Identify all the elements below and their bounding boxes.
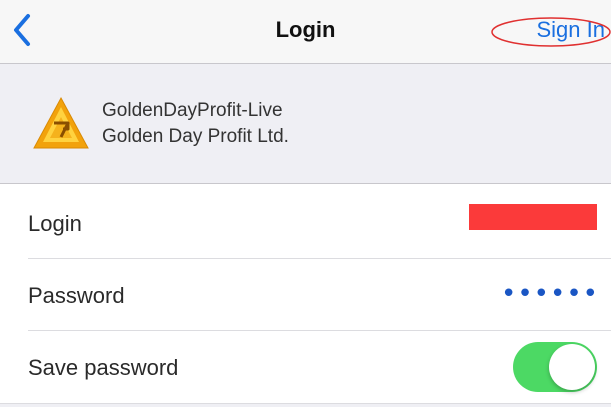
login-label: Login — [28, 211, 82, 236]
toggle-knob — [549, 344, 595, 390]
page-title: Login — [275, 17, 336, 42]
password-input[interactable]: •••••• — [501, 279, 599, 309]
save-password-label: Save password — [28, 355, 179, 380]
login-input-redacted[interactable] — [469, 204, 597, 230]
server-company: Golden Day Profit Ltd. — [102, 126, 289, 147]
save-password-row: Save password — [0, 331, 611, 403]
login-row[interactable]: Login — [0, 187, 611, 259]
server-name: GoldenDayProfit-Live — [102, 100, 283, 121]
save-password-toggle[interactable] — [513, 342, 597, 392]
golden-day-logo-icon — [32, 95, 90, 153]
password-label: Password — [28, 283, 125, 308]
bottom-divider — [0, 403, 611, 407]
navigation-bar: Login Sign In — [0, 0, 611, 64]
password-row[interactable]: Password •••••• — [0, 259, 611, 331]
server-header: GoldenDayProfit-Live Golden Day Profit L… — [0, 64, 611, 184]
sign-in-button[interactable]: Sign In — [537, 17, 606, 43]
